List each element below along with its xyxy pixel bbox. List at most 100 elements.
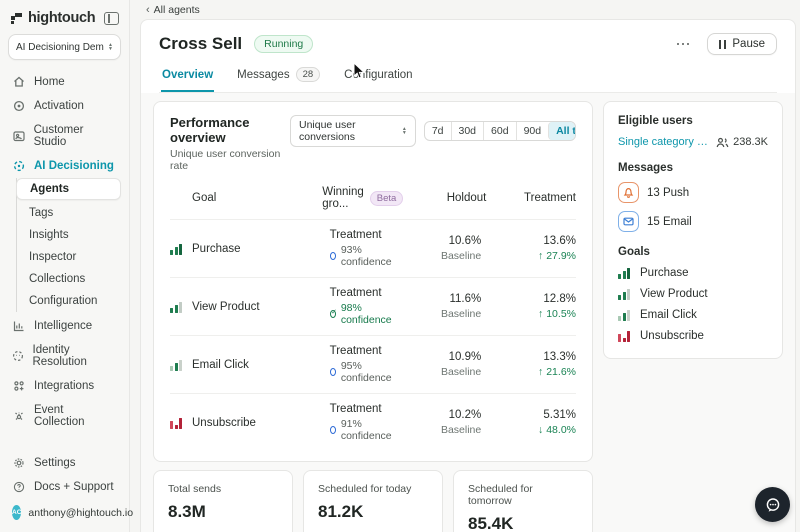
goal-purchase-icon	[618, 267, 632, 279]
sidebar-item-label: Configuration	[29, 295, 97, 307]
treatment-delta: ↑ 27.9%	[481, 250, 576, 262]
goal-purchase-icon	[170, 243, 184, 255]
goal-name: Purchase	[192, 243, 241, 255]
sidebar-item-ai-decisioning[interactable]: AI Decisioning	[0, 154, 129, 178]
sidebar-item-agents[interactable]: Agents	[16, 178, 121, 200]
sidebar-item-event-collection[interactable]: Event Collection	[0, 398, 129, 434]
treatment-delta: ↑ 10.5%	[481, 308, 576, 320]
holdout-label: Baseline	[393, 308, 481, 320]
breadcrumb[interactable]: ‹ All agents	[130, 0, 800, 19]
sidebar-item-collections[interactable]: Collections	[17, 268, 129, 290]
stat-card-scheduled-tomorrow: Scheduled for tomorrow 85.4K	[453, 470, 593, 532]
goal-unsubscribe-icon	[170, 417, 184, 429]
sidebar-item-settings[interactable]: Settings	[0, 451, 129, 475]
beta-badge: Beta	[370, 191, 404, 206]
tab-label: Overview	[162, 69, 213, 81]
range-all-time[interactable]: All time	[548, 122, 576, 140]
performance-range-control: 7d 30d 60d 90d All time	[424, 121, 576, 141]
sidebar-item-identity-resolution[interactable]: Identity Resolution	[0, 338, 129, 374]
eligible-users-row: Single category pur... 238.3K	[618, 136, 768, 148]
sidebar-item-label: Intelligence	[34, 320, 92, 332]
range-60d[interactable]: 60d	[483, 122, 516, 140]
goal-name: Unsubscribe	[192, 417, 256, 429]
performance-overview-card: Performance overview Unique user convers…	[153, 101, 593, 462]
workspace-selector[interactable]: AI Decisioning Demo - ... ▲▼	[8, 34, 121, 60]
card-title: Performance overview	[170, 115, 290, 145]
chat-widget-button[interactable]	[755, 487, 790, 522]
header-actions: Pause	[673, 33, 777, 55]
table-row[interactable]: Email Click Treatment95% confidence 10.9…	[170, 335, 576, 393]
sidebar-item-label: Agents	[30, 183, 69, 195]
main-area: ‹ All agents Cross Sell Running Pause	[130, 0, 800, 532]
panel-header: Cross Sell Running Pause Overview Messag…	[141, 20, 795, 93]
goals-title: Goals	[618, 246, 768, 258]
sidebar-item-docs-support[interactable]: Docs + Support	[0, 475, 129, 499]
sidebar-item-integrations[interactable]: Integrations	[0, 374, 129, 398]
range-90d[interactable]: 90d	[516, 122, 549, 140]
sidebar-item-label: Docs + Support	[34, 481, 114, 493]
treatment-value: 13.3%	[481, 351, 576, 363]
sidebar-item-customer-studio[interactable]: Customer Studio	[0, 118, 129, 154]
performance-header: Performance overview Unique user convers…	[170, 115, 576, 172]
winning-group: Treatment	[330, 345, 394, 357]
app-root: hightouch AI Decisioning Demo - ... ▲▼ H…	[0, 0, 800, 532]
table-row[interactable]: View Product Treatment98% confidence 11.…	[170, 277, 576, 335]
table-row[interactable]: Purchase Treatment93% confidence 10.6%Ba…	[170, 219, 576, 277]
sidebar-spacer	[0, 434, 129, 451]
overflow-menu-button[interactable]	[673, 39, 694, 50]
sidebar-item-label: Activation	[34, 100, 84, 112]
sidebar-item-tags[interactable]: Tags	[17, 202, 129, 224]
stat-card-scheduled-today: Scheduled for today 81.2K	[303, 470, 443, 532]
col-winning-label: Winning gro...	[322, 186, 364, 210]
sidebar-collapse-icon[interactable]	[104, 12, 119, 25]
treatment-value: 12.8%	[481, 293, 576, 305]
tab-messages[interactable]: Messages28	[236, 67, 321, 92]
range-30d[interactable]: 30d	[451, 122, 484, 140]
pause-button[interactable]: Pause	[707, 33, 777, 55]
tab-configuration[interactable]: Configuration	[343, 67, 413, 92]
holdout-label: Baseline	[393, 366, 481, 378]
content-left-column: Performance overview Unique user convers…	[153, 101, 593, 532]
col-holdout: Holdout	[403, 192, 486, 204]
workspace-label: AI Decisioning Demo - ...	[16, 42, 104, 53]
sidebar-item-label: AI Decisioning	[34, 160, 114, 172]
goal-label: Email Click	[640, 309, 697, 321]
activation-icon	[12, 100, 26, 112]
sidebar-item-label: Integrations	[34, 380, 94, 392]
agent-panel: Cross Sell Running Pause Overview Messag…	[140, 19, 796, 532]
message-type-push: 13 Push	[618, 182, 768, 203]
metric-select[interactable]: Unique user conversions ▲▼	[290, 115, 416, 147]
holdout-value: 10.6%	[393, 235, 481, 247]
sidebar-item-activation[interactable]: Activation	[0, 94, 129, 118]
goal-unsubscribe-icon	[618, 330, 632, 342]
table-row[interactable]: Unsubscribe Treatment91% confidence 10.2…	[170, 393, 576, 451]
event-collection-icon	[12, 410, 26, 422]
sidebar-item-label: Inspector	[29, 251, 76, 263]
stats-row: Total sends 8.3M Scheduled for today 81.…	[153, 470, 593, 532]
eligible-users-count: 238.3K	[716, 136, 768, 148]
confidence: 95% confidence	[330, 360, 394, 384]
users-icon	[716, 137, 729, 148]
sidebar-item-configuration[interactable]: Configuration	[17, 290, 129, 312]
delta-arrow-icon: ↑	[538, 308, 543, 320]
agent-summary-card: Eligible users Single category pur... 23…	[603, 101, 783, 359]
pause-label: Pause	[732, 38, 765, 50]
sidebar-item-inspector[interactable]: Inspector	[17, 246, 129, 268]
sidebar-item-home[interactable]: Home	[0, 70, 129, 94]
audience-link[interactable]: Single category pur...	[618, 136, 713, 148]
sidebar-item-label: Collections	[29, 273, 85, 285]
sidebar-item-intelligence[interactable]: Intelligence	[0, 314, 129, 338]
treatment-delta: ↓ 48.0%	[481, 424, 576, 436]
tab-overview[interactable]: Overview	[161, 67, 214, 92]
chevron-updown-icon: ▲▼	[108, 43, 113, 51]
range-7d[interactable]: 7d	[425, 122, 451, 140]
user-account-button[interactable]: AC anthony@hightouch.io	[0, 499, 129, 526]
goal-list-item: Unsubscribe	[618, 330, 768, 342]
chevron-updown-icon: ▲▼	[402, 127, 407, 135]
holdout-label: Baseline	[393, 250, 481, 262]
confidence-check-icon	[330, 310, 336, 318]
sidebar-item-label: Insights	[29, 229, 69, 241]
breadcrumb-label: All agents	[154, 4, 200, 16]
performance-table: Goal Winning gro... Beta Holdout Treatme…	[170, 186, 576, 451]
sidebar-item-insights[interactable]: Insights	[17, 224, 129, 246]
